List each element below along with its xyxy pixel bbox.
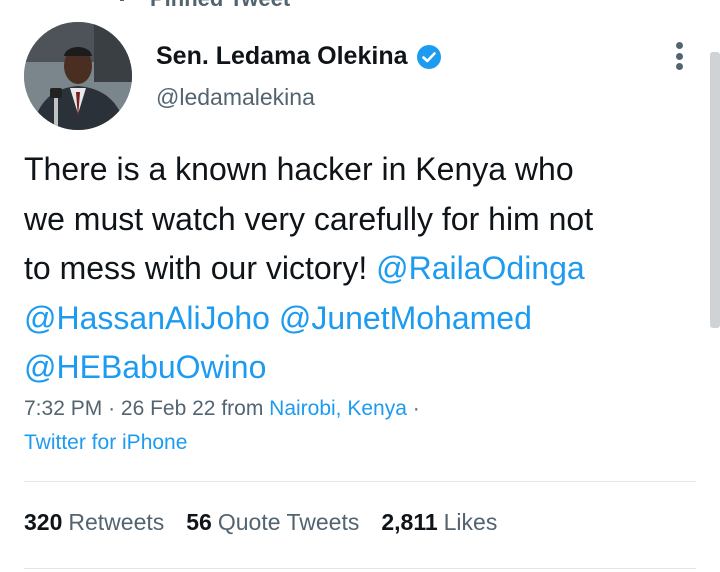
tweet-page: Pinned Tweet Sen. Ledama Olekina @ledama… — [0, 0, 720, 572]
pinned-indicator: Pinned Tweet — [112, 0, 290, 12]
meta-separator: · — [108, 397, 121, 420]
mention-link[interactable]: @HassanAliJoho — [24, 300, 270, 336]
tweet-line: to mess with our victory! — [24, 250, 368, 286]
meta-separator: · — [412, 397, 420, 420]
divider — [24, 481, 696, 482]
tweet-date[interactable]: 26 Feb 22 — [121, 397, 216, 420]
engagement-stats: 320 Retweets 56 Quote Tweets 2,811 Likes — [24, 509, 497, 536]
author-name[interactable]: Sen. Ledama Olekina — [156, 42, 442, 71]
avatar-photo — [24, 22, 132, 130]
likes-stat[interactable]: 2,811 Likes — [381, 509, 497, 536]
likes-label: Likes — [443, 509, 498, 535]
author-name-text: Sen. Ledama Olekina — [156, 42, 408, 70]
more-options-icon[interactable] — [664, 38, 694, 74]
pinned-label: Pinned Tweet — [150, 0, 290, 12]
retweets-stat[interactable]: 320 Retweets — [24, 509, 164, 536]
mention-link[interactable]: @RailaOdinga — [376, 250, 585, 286]
tweet-time[interactable]: 7:32 PM — [24, 397, 102, 420]
divider — [24, 568, 696, 569]
tweet-line: we must watch very carefully for him not — [24, 200, 594, 237]
likes-count: 2,811 — [381, 509, 438, 535]
quote-tweets-count: 56 — [186, 509, 212, 535]
retweets-label: Retweets — [68, 509, 165, 535]
from-label: from — [221, 397, 270, 420]
author-handle[interactable]: @ledamalekina — [156, 84, 315, 111]
quote-tweets-label: Quote Tweets — [217, 509, 360, 535]
mention-link[interactable]: @HEBabuOwino — [24, 349, 266, 385]
retweets-count: 320 — [24, 509, 63, 535]
tweet-meta: 7:32 PM · 26 Feb 22 from Nairobi, Kenya … — [24, 392, 420, 460]
quote-tweets-stat[interactable]: 56 Quote Tweets — [186, 509, 359, 536]
verified-badge-icon — [416, 44, 441, 69]
tweet-text: There is a known hacker in Kenya who we … — [24, 145, 704, 393]
pin-icon — [120, 0, 124, 1]
scrollbar[interactable] — [710, 52, 720, 328]
source-link[interactable]: Twitter for iPhone — [24, 431, 187, 454]
tweet-line: There is a known hacker in Kenya who — [24, 151, 574, 187]
mention-link[interactable]: @JunetMohamed — [279, 300, 532, 336]
location-link[interactable]: Nairobi, Kenya — [269, 397, 407, 420]
avatar[interactable] — [24, 22, 132, 130]
